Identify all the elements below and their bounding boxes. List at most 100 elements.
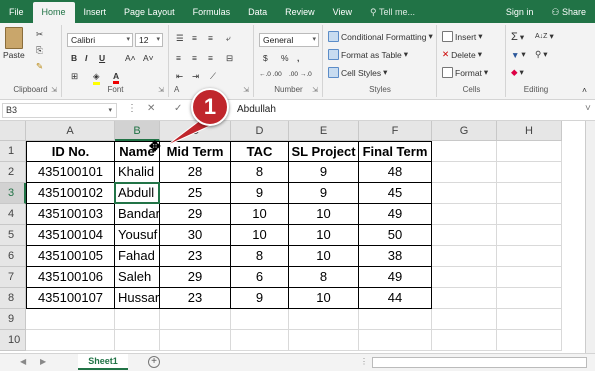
column-title[interactable]: TAC: [231, 141, 289, 162]
cell[interactable]: [359, 330, 432, 351]
cell[interactable]: [497, 204, 562, 225]
cell[interactable]: [115, 330, 160, 351]
table-cell[interactable]: 8: [231, 246, 289, 267]
bold-button[interactable]: B: [71, 53, 77, 63]
table-cell[interactable]: 45: [359, 183, 432, 204]
cell[interactable]: [359, 309, 432, 330]
tab-view[interactable]: View: [324, 2, 361, 23]
share-button[interactable]: ⚇ Share: [542, 2, 595, 23]
cell[interactable]: [432, 141, 497, 162]
sign-in-link[interactable]: Sign in: [497, 2, 543, 23]
cell[interactable]: [115, 309, 160, 330]
copy-button[interactable]: ⎘: [36, 45, 43, 56]
table-cell[interactable]: 29: [160, 267, 231, 288]
wrap-text-button[interactable]: ⤶: [226, 33, 231, 44]
table-cell[interactable]: 50: [359, 225, 432, 246]
table-cell[interactable]: 8: [231, 162, 289, 183]
cell[interactable]: [432, 225, 497, 246]
tell-me-search[interactable]: ⚲ Tell me...: [361, 2, 424, 23]
align-center-button[interactable]: ≡: [192, 53, 197, 63]
table-cell[interactable]: 8: [289, 267, 359, 288]
table-cell[interactable]: 435100101: [26, 162, 115, 183]
collapse-ribbon-icon[interactable]: ˄: [582, 85, 587, 95]
comma-button[interactable]: ,: [297, 53, 299, 63]
paste-button[interactable]: Paste: [3, 27, 25, 60]
dialog-launcher-icon[interactable]: ⇲: [158, 86, 164, 94]
font-size-select[interactable]: 12 ▾: [135, 33, 163, 47]
tab-page-layout[interactable]: Page Layout: [115, 2, 184, 23]
table-cell[interactable]: Bandar: [115, 204, 160, 225]
cell[interactable]: [26, 309, 115, 330]
table-cell[interactable]: 10: [289, 288, 359, 309]
row-header-4[interactable]: 4: [0, 204, 26, 225]
format-painter-button[interactable]: ✎: [36, 61, 43, 72]
table-cell[interactable]: 6: [231, 267, 289, 288]
table-cell[interactable]: 10: [289, 204, 359, 225]
increase-indent-button[interactable]: ⇥: [192, 71, 199, 82]
tab-formulas[interactable]: Formulas: [184, 2, 240, 23]
column-title[interactable]: ID No.: [26, 141, 115, 162]
scroll-left-icon[interactable]: ◀: [20, 357, 26, 366]
font-color-button[interactable]: A: [113, 71, 120, 84]
dialog-launcher-icon[interactable]: ⇲: [243, 86, 249, 94]
table-cell[interactable]: 49: [359, 204, 432, 225]
column-header-a[interactable]: A: [26, 121, 115, 141]
cell[interactable]: [160, 309, 231, 330]
column-header-c[interactable]: C: [160, 121, 231, 141]
table-cell[interactable]: 10: [231, 204, 289, 225]
cell[interactable]: [432, 204, 497, 225]
column-header-f[interactable]: F: [359, 121, 432, 141]
table-cell[interactable]: 30: [160, 225, 231, 246]
table-cell[interactable]: 29: [160, 204, 231, 225]
sort-filter-button[interactable]: A↓Z ▾: [535, 31, 554, 42]
table-cell[interactable]: Abdull: [115, 183, 160, 204]
align-right-button[interactable]: ≡: [208, 53, 213, 63]
cell[interactable]: [432, 330, 497, 351]
row-header-9[interactable]: 9: [0, 309, 26, 330]
format-as-table-button[interactable]: Format as Table ▾: [328, 49, 408, 60]
cell[interactable]: [497, 288, 562, 309]
horizontal-scrollbar[interactable]: [372, 357, 587, 368]
cell[interactable]: [432, 162, 497, 183]
dialog-launcher-icon[interactable]: ⇲: [51, 86, 57, 94]
align-top-button[interactable]: ☰: [176, 33, 184, 44]
fill-color-button[interactable]: ◈: [93, 71, 100, 85]
cell[interactable]: [432, 309, 497, 330]
borders-button[interactable]: ⊞: [71, 71, 78, 82]
grow-font-button[interactable]: A˄: [125, 53, 136, 63]
sheet-tab-sheet1[interactable]: Sheet1: [78, 354, 128, 370]
table-cell[interactable]: 435100106: [26, 267, 115, 288]
table-cell[interactable]: 10: [289, 246, 359, 267]
table-cell[interactable]: 49: [359, 267, 432, 288]
table-cell[interactable]: Hussar: [115, 288, 160, 309]
shrink-font-button[interactable]: A˅: [143, 53, 154, 63]
cell[interactable]: [497, 267, 562, 288]
column-title[interactable]: Mid Term: [160, 141, 231, 162]
conditional-formatting-button[interactable]: Conditional Formatting ▾: [328, 31, 433, 42]
cell[interactable]: [497, 183, 562, 204]
column-header-g[interactable]: G: [432, 121, 497, 141]
find-select-button[interactable]: ⚲ ▾: [535, 49, 548, 60]
dialog-launcher-icon[interactable]: ⇲: [312, 86, 318, 94]
add-sheet-button[interactable]: +: [148, 356, 160, 368]
table-cell[interactable]: 10: [231, 225, 289, 246]
cell[interactable]: [497, 141, 562, 162]
format-cells-button[interactable]: Format ▾: [442, 67, 488, 78]
table-cell[interactable]: 435100107: [26, 288, 115, 309]
table-cell[interactable]: 9: [231, 288, 289, 309]
cell[interactable]: [160, 330, 231, 351]
row-header-6[interactable]: 6: [0, 246, 26, 267]
row-header-1[interactable]: 1: [0, 141, 26, 162]
cell[interactable]: [432, 183, 497, 204]
table-cell[interactable]: 23: [160, 288, 231, 309]
table-cell[interactable]: 23: [160, 246, 231, 267]
table-cell[interactable]: Saleh: [115, 267, 160, 288]
table-cell[interactable]: 435100105: [26, 246, 115, 267]
cell[interactable]: [432, 288, 497, 309]
table-cell[interactable]: 28: [160, 162, 231, 183]
column-header-e[interactable]: E: [289, 121, 359, 141]
orientation-button[interactable]: ⟋: [210, 71, 216, 82]
table-cell[interactable]: 25: [160, 183, 231, 204]
cut-button[interactable]: ✂: [36, 29, 43, 40]
cell[interactable]: [432, 267, 497, 288]
